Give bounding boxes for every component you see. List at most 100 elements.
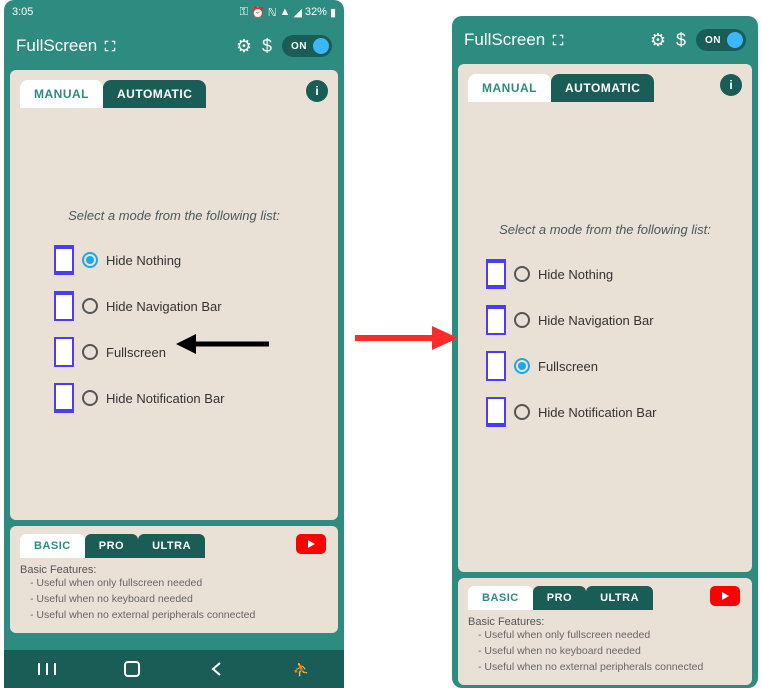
app-title: FullScreen: [16, 36, 97, 56]
feature-item: - Useful when no keyboard needed: [478, 644, 742, 660]
footer-tab-pro[interactable]: PRO: [533, 586, 586, 610]
dollar-icon[interactable]: $: [262, 36, 272, 57]
youtube-button[interactable]: [296, 534, 326, 554]
mode-list: Hide Nothing Hide Navigation Bar Fullscr…: [54, 245, 328, 413]
settings-gear-icon[interactable]: ⚙: [236, 36, 252, 57]
mode-icon-hide-nav: [486, 305, 506, 335]
master-toggle[interactable]: ON: [696, 29, 746, 51]
fullscreen-expand-icon: [103, 39, 117, 53]
mode-icon-hide-nothing: [486, 259, 506, 289]
mode-label: Fullscreen: [538, 359, 598, 374]
footer-tab-ultra[interactable]: ULTRA: [586, 586, 653, 610]
footer-panel: BASIC PRO ULTRA Basic Features: - Useful…: [458, 578, 752, 685]
features-title: Basic Features:: [20, 564, 328, 576]
main-panel: MANUAL AUTOMATIC i Select a mode from th…: [10, 70, 338, 520]
status-alarm-icon: ⏰: [251, 6, 265, 19]
tab-manual[interactable]: MANUAL: [20, 80, 103, 108]
status-time: 3:05: [12, 6, 33, 18]
fullscreen-expand-icon: [551, 33, 565, 47]
tab-automatic[interactable]: AUTOMATIC: [551, 74, 654, 102]
app-title: FullScreen: [464, 30, 545, 50]
feature-item: - Useful when no keyboard needed: [30, 592, 328, 608]
app-bar: FullScreen ⚙ $ ON: [452, 16, 758, 64]
status-wifi-icon: ▲: [280, 6, 291, 18]
mode-icon-fullscreen: [486, 351, 506, 381]
toggle-knob: [727, 32, 743, 48]
annotation-arrow-red: [350, 318, 460, 358]
mode-icon-hide-notif: [486, 397, 506, 427]
mode-row-hide-notif[interactable]: Hide Notification Bar: [54, 383, 328, 413]
radio-hide-nav[interactable]: [514, 312, 530, 328]
features-list: - Useful when only fullscreen needed - U…: [20, 576, 328, 623]
status-battery-icon: ▮: [330, 6, 336, 19]
nav-recents-button[interactable]: [36, 658, 58, 680]
mode-row-hide-nothing[interactable]: Hide Nothing: [486, 259, 742, 289]
mode-label: Hide Nothing: [106, 253, 181, 268]
tab-manual[interactable]: MANUAL: [468, 74, 551, 102]
nav-back-button[interactable]: [206, 658, 228, 680]
youtube-button[interactable]: [710, 586, 740, 606]
tab-automatic[interactable]: AUTOMATIC: [103, 80, 206, 108]
mode-row-fullscreen[interactable]: Fullscreen: [486, 351, 742, 381]
android-nav-bar: ⛹: [4, 650, 344, 688]
dollar-icon[interactable]: $: [676, 30, 686, 51]
features-list: - Useful when only fullscreen needed - U…: [468, 628, 742, 675]
mode-row-hide-nothing[interactable]: Hide Nothing: [54, 245, 328, 275]
mode-label: Fullscreen: [106, 345, 166, 360]
main-panel: MANUAL AUTOMATIC i Select a mode from th…: [458, 64, 752, 572]
mode-row-hide-notif[interactable]: Hide Notification Bar: [486, 397, 742, 427]
footer-panel: BASIC PRO ULTRA Basic Features: - Useful…: [10, 526, 338, 633]
radio-hide-notif[interactable]: [514, 404, 530, 420]
mode-label: Hide Navigation Bar: [106, 299, 222, 314]
footer-tab-basic[interactable]: BASIC: [468, 586, 533, 610]
nav-accessibility-button[interactable]: ⛹: [291, 658, 313, 680]
phone-left-before: 3:05 ⚿ ⏰ ℕ ▲ ◢ 32% ▮ FullScreen ⚙ $ ON: [4, 0, 344, 688]
features-title: Basic Features:: [468, 616, 742, 628]
info-button[interactable]: i: [306, 80, 328, 102]
mode-row-hide-nav[interactable]: Hide Navigation Bar: [486, 305, 742, 335]
status-battery-text: 32%: [305, 6, 327, 18]
mode-list-title: Select a mode from the following list:: [468, 222, 742, 237]
mode-icon-hide-nothing: [54, 245, 74, 275]
feature-item: - Useful when no external peripherals co…: [478, 660, 742, 676]
info-icon: i: [729, 78, 732, 92]
vpn-icon: [37, 6, 49, 18]
info-icon: i: [315, 84, 318, 98]
mode-icon-fullscreen: [54, 337, 74, 367]
mode-row-hide-nav[interactable]: Hide Navigation Bar: [54, 291, 328, 321]
status-signal-icon: ◢: [293, 6, 301, 19]
mode-list: Hide Nothing Hide Navigation Bar Fullscr…: [486, 259, 742, 427]
mode-icon-hide-notif: [54, 383, 74, 413]
mode-label: Hide Notification Bar: [538, 405, 657, 420]
toggle-label: ON: [705, 35, 721, 46]
radio-hide-nothing[interactable]: [82, 252, 98, 268]
mode-label: Hide Notification Bar: [106, 391, 225, 406]
master-toggle[interactable]: ON: [282, 35, 332, 57]
radio-fullscreen[interactable]: [514, 358, 530, 374]
feature-item: - Useful when no external peripherals co…: [30, 608, 328, 624]
footer-tab-basic[interactable]: BASIC: [20, 534, 85, 558]
toggle-knob: [313, 38, 329, 54]
toggle-label: ON: [291, 41, 307, 52]
radio-hide-nav[interactable]: [82, 298, 98, 314]
footer-tab-ultra[interactable]: ULTRA: [138, 534, 205, 558]
mode-icon-hide-nav: [54, 291, 74, 321]
link-icon: [53, 6, 65, 18]
nav-home-button[interactable]: [121, 658, 143, 680]
settings-gear-icon[interactable]: ⚙: [650, 30, 666, 51]
status-vpn-key-icon: ⚿: [240, 6, 248, 19]
radio-hide-nothing[interactable]: [514, 266, 530, 282]
mode-row-fullscreen[interactable]: Fullscreen: [54, 337, 328, 367]
app-bar: FullScreen ⚙ $ ON: [4, 22, 344, 70]
radio-hide-notif[interactable]: [82, 390, 98, 406]
footer-tab-pro[interactable]: PRO: [85, 534, 138, 558]
info-button[interactable]: i: [720, 74, 742, 96]
radio-fullscreen[interactable]: [82, 344, 98, 360]
status-nfc-icon: ℕ: [268, 6, 277, 19]
mode-list-title: Select a mode from the following list:: [20, 208, 328, 223]
feature-item: - Useful when only fullscreen needed: [478, 628, 742, 644]
phone-right-after: FullScreen ⚙ $ ON MANUAL AUTOMATIC i Sel…: [452, 16, 758, 688]
mode-label: Hide Navigation Bar: [538, 313, 654, 328]
status-bar: 3:05 ⚿ ⏰ ℕ ▲ ◢ 32% ▮: [4, 0, 344, 22]
feature-item: - Useful when only fullscreen needed: [30, 576, 328, 592]
